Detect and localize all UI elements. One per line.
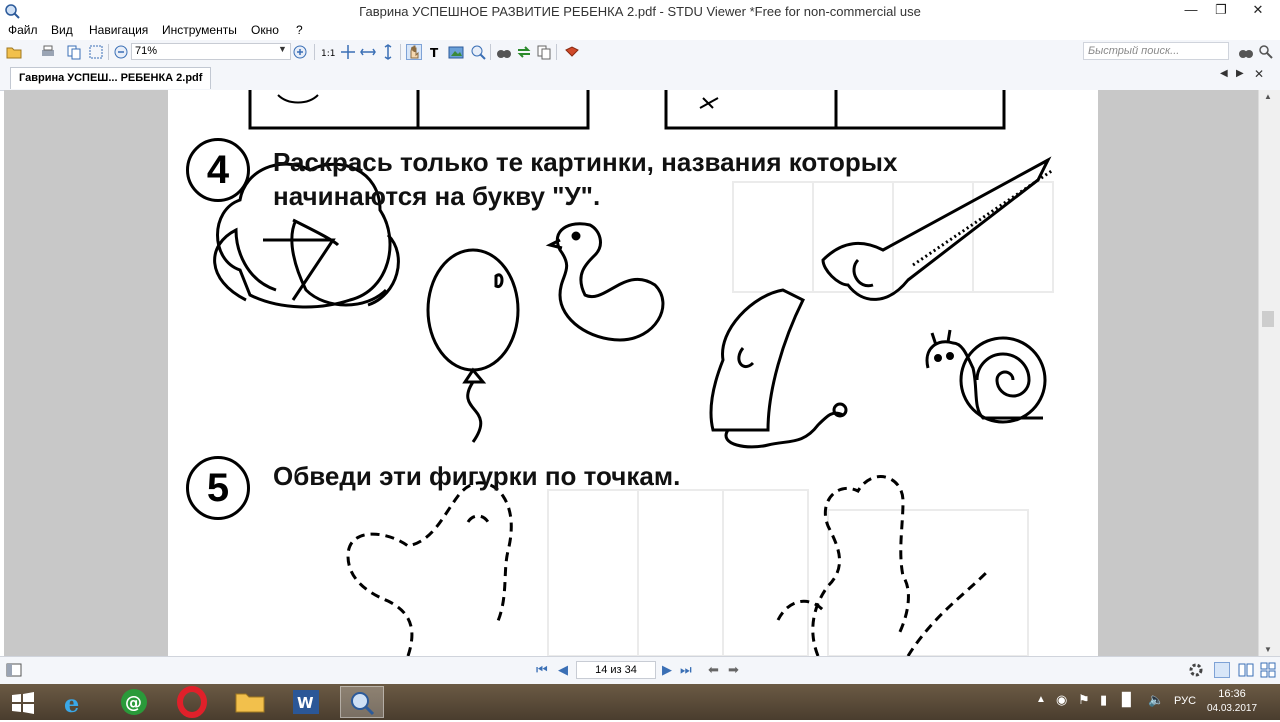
scrollbar-thumb[interactable] [1262,311,1274,327]
toolbar-separator [490,44,491,60]
pdf-page: 4 Раскрась только те картинки, названия … [168,90,1098,656]
svg-text:W: W [297,694,314,712]
menu-tools[interactable]: Инструменты [162,23,237,37]
browser-tray-icon[interactable]: ◉ [1056,692,1067,708]
first-page-icon[interactable]: ⏮ [536,662,548,678]
bookmark-icon[interactable] [564,44,580,60]
open-folder-icon[interactable] [6,44,22,60]
fit-width-icon[interactable] [360,44,376,60]
svg-text:T: T [430,46,439,60]
scroll-up-icon[interactable]: ▲ [1264,92,1272,101]
last-page-icon[interactable]: ⏭ [680,662,692,678]
task5-line1: Обведи эти фигурки по точкам. [273,461,681,491]
menu-view[interactable]: Вид [51,23,73,37]
word-icon[interactable]: W [284,686,328,718]
svg-text:1:1: 1:1 [321,49,335,59]
toolbar-separator [314,44,315,60]
clock-date[interactable]: 04.03.2017 [1204,703,1260,714]
svg-text:e: e [64,689,79,718]
task-number-5: 5 [186,456,250,520]
file-explorer-icon[interactable] [228,686,272,718]
prev-page-icon[interactable]: ◀ [558,662,568,678]
stdu-viewer-taskbar-icon[interactable] [340,686,384,718]
grid-view-icon[interactable] [1260,662,1276,678]
menu-window[interactable]: Окно [251,23,279,37]
opera-icon[interactable] [170,686,214,718]
document-tab[interactable]: Гаврина УСПЕШ... РЕБЕНКА 2.pdf [10,67,212,89]
copy-icon[interactable] [66,44,82,60]
network-icon[interactable]: ▉ [1122,692,1132,708]
fit-height-icon[interactable] [380,44,396,60]
volume-icon[interactable]: 🔈 [1148,692,1164,708]
close-button[interactable]: ✕ [1236,0,1280,22]
page-indicator: 14 из 34 [595,664,637,676]
next-page-icon[interactable]: ▶ [662,662,672,678]
two-page-view-icon[interactable] [1238,662,1254,678]
scroll-down-icon[interactable]: ▼ [1264,645,1272,654]
maximize-button[interactable]: ❐ [1206,0,1236,22]
hand-tool-icon[interactable] [406,44,422,60]
internet-explorer-icon[interactable]: e [54,686,98,718]
menu-navigation[interactable]: Навигация [89,23,148,37]
vertical-scrollbar[interactable] [1258,90,1280,656]
single-page-view-icon[interactable] [1214,662,1230,678]
chevron-down-icon[interactable]: ▼ [278,44,287,54]
svg-text:@: @ [125,693,142,713]
task-number-4: 4 [186,138,250,202]
show-hidden-icons-icon[interactable]: ▲ [1036,694,1046,705]
history-back-icon[interactable]: ⬅ [708,662,719,678]
toolbar-separator [556,44,557,60]
toolbar-separator [400,44,401,60]
sidebar-toggle-icon[interactable] [6,662,22,678]
window-title: Гаврина УСПЕШНОЕ РАЗВИТИЕ РЕБЕНКА 2.pdf … [359,4,921,19]
windows-start-icon[interactable] [0,686,44,718]
settings-icon[interactable] [1188,662,1204,678]
actual-size-icon[interactable]: 1:1 [320,44,336,60]
tab-prev-icon[interactable]: ◀ [1220,68,1228,79]
minimize-button[interactable]: — [1176,0,1206,22]
select-icon[interactable] [88,44,104,60]
task4-line2: начинаются на букву "У". [273,181,601,211]
tab-close-icon[interactable]: ✕ [1254,67,1264,81]
search-icon[interactable] [1238,44,1254,60]
menu-file[interactable]: Файл [8,23,38,37]
zoom-tool-icon[interactable] [470,44,486,60]
flag-icon[interactable]: ⚑ [1078,692,1090,708]
search-placeholder: Быстрый поиск... [1088,45,1180,57]
search-options-icon[interactable] [1258,44,1274,60]
fit-page-icon[interactable] [340,44,356,60]
history-forward-icon[interactable]: ➡ [728,662,739,678]
language-indicator[interactable]: РУС [1174,695,1196,707]
task4-line1: Раскрась только те картинки, названия ко… [273,147,898,177]
go-back-icon[interactable] [516,44,532,60]
tab-next-icon[interactable]: ▶ [1236,68,1244,79]
snapshot-icon[interactable] [448,44,464,60]
menu-help[interactable]: ? [296,23,303,37]
pages-icon[interactable] [536,44,552,60]
zoom-in-icon[interactable] [292,44,308,60]
zoom-out-icon[interactable] [113,44,129,60]
mail-agent-icon[interactable]: @ [112,686,156,718]
print-icon[interactable] [40,44,56,60]
toolbar-separator [108,44,109,60]
battery-icon[interactable]: ▮ [1100,692,1107,708]
zoom-value: 71% [135,45,158,57]
text-select-icon[interactable]: T [428,44,444,60]
find-icon[interactable] [496,44,512,60]
clock-time[interactable]: 16:36 [1208,688,1256,700]
